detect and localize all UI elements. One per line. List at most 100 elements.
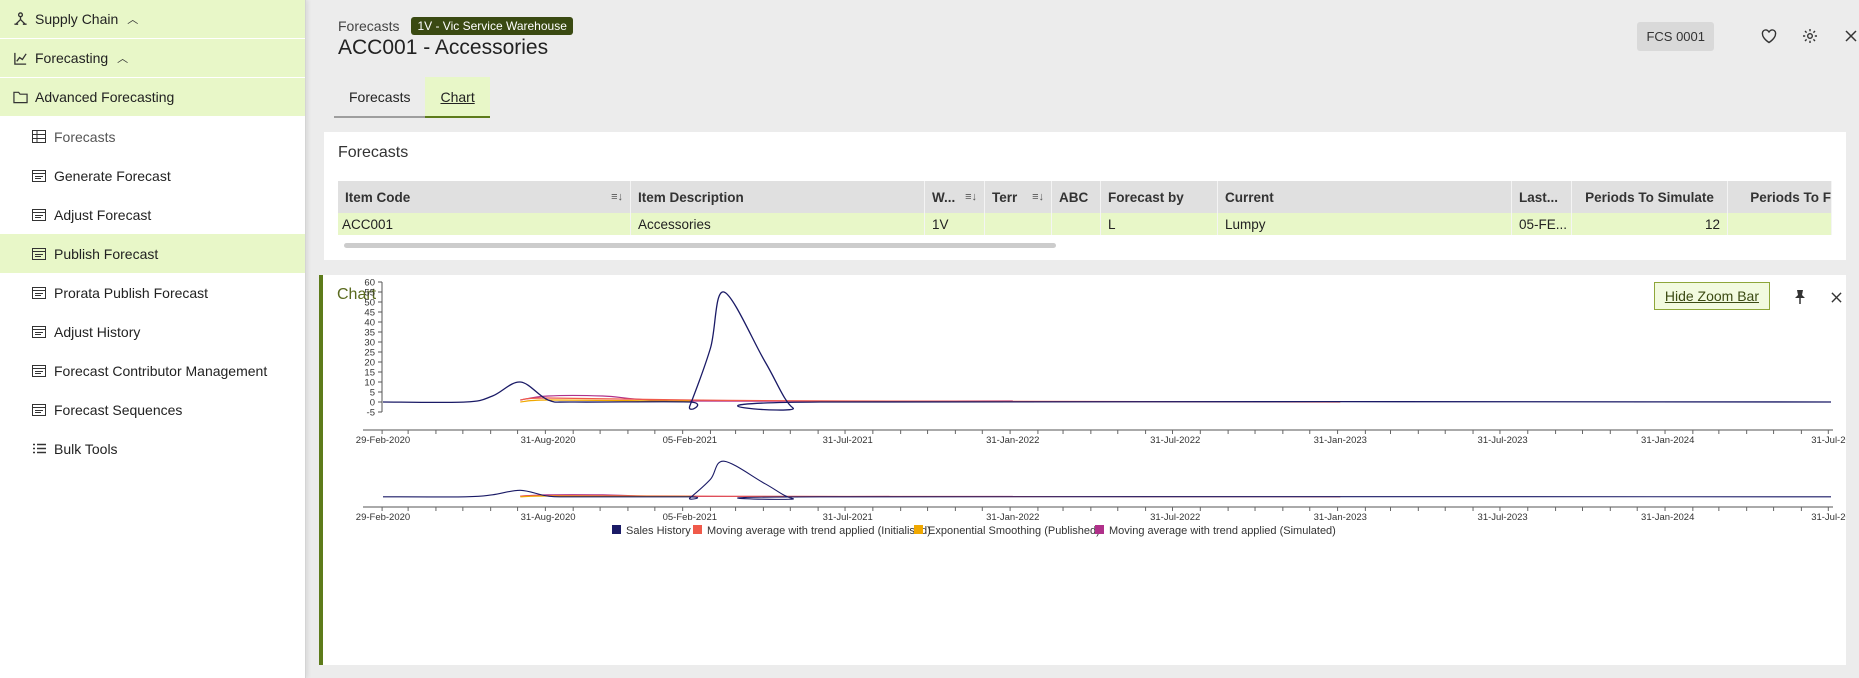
form-icon <box>29 168 49 184</box>
breadcrumb-link[interactable]: Forecasts <box>338 18 399 34</box>
column-header-item-description[interactable]: Item Description <box>631 181 925 213</box>
x-tick-label: 31-Jan-2022 <box>986 435 1039 446</box>
y-tick-label: 25 <box>364 348 375 359</box>
record-id-badge[interactable]: FCS 0001 <box>1637 22 1714 51</box>
sidebar-item-publish-forecast[interactable]: Publish Forecast <box>0 234 305 273</box>
horizontal-scrollbar[interactable] <box>344 243 1056 248</box>
tab-chart[interactable]: Chart <box>425 77 490 118</box>
column-header-last[interactable]: Last... <box>1512 181 1572 213</box>
cell-item-code: ACC001 <box>338 213 631 235</box>
series-line-0 <box>382 291 1832 411</box>
sort-icon[interactable]: ≡↓ <box>965 191 977 203</box>
y-tick-label: 60 <box>364 278 375 289</box>
column-header-forecast-by[interactable]: Forecast by <box>1101 181 1218 213</box>
forecasts-card-title: Forecasts <box>338 144 409 161</box>
tab-forecasts[interactable]: Forecasts <box>334 77 426 118</box>
cell-warehouse: 1V <box>925 213 985 235</box>
x-tick-label: 31-Jan-2023 <box>1314 512 1367 523</box>
cell-current: Lumpy <box>1218 213 1512 235</box>
legend-swatch <box>693 525 702 534</box>
sidebar-item-supply-chain[interactable]: Supply Chain ︿ <box>0 0 305 39</box>
column-header-territory[interactable]: Terr ≡↓ <box>985 181 1052 213</box>
column-header-label: Periods To F <box>1750 189 1831 205</box>
sidebar-item-forecasting[interactable]: Forecasting ︿ <box>0 39 305 78</box>
breadcrumb: Forecasts 1V - Vic Service Warehouse <box>338 17 573 35</box>
sidebar-item-label: Advanced Forecasting <box>35 89 175 105</box>
x-tick-label: 31-Jul-2021 <box>823 435 873 446</box>
legend-swatch <box>612 525 621 534</box>
y-tick-label: 55 <box>364 288 375 299</box>
form-icon <box>29 324 49 340</box>
sidebar-item-prorata-publish-forecast[interactable]: Prorata Publish Forecast <box>0 273 305 312</box>
column-header-label: Periods To Simulate <box>1585 189 1714 205</box>
legend-label: Moving average with trend applied (Initi… <box>707 525 931 537</box>
list-icon <box>29 441 49 457</box>
x-tick-label: 31-Jul-2023 <box>1478 435 1528 446</box>
y-tick-label: 40 <box>364 318 375 329</box>
y-tick-label: 20 <box>364 358 375 369</box>
sidebar-item-label: Bulk Tools <box>54 440 118 457</box>
legend-swatch <box>1095 525 1104 534</box>
sidebar-item-label: Forecast Sequences <box>54 401 183 418</box>
y-tick-label: 45 <box>364 308 375 319</box>
cell-periods-to-simulate: 12 <box>1572 213 1728 235</box>
cell-forecast-by: L <box>1101 213 1218 235</box>
sidebar-item-label: Forecast Contributor Management <box>54 362 268 379</box>
column-header-warehouse[interactable]: W... ≡↓ <box>925 181 985 213</box>
y-tick-label: 30 <box>364 338 375 349</box>
x-tick-label: 31-Jul-20 <box>1811 435 1846 446</box>
column-header-item-code[interactable]: Item Code ≡↓ <box>338 181 631 213</box>
forecast-line-chart[interactable]: -5051015202530354045505560 29-Feb-2020 31-… <box>323 275 1846 655</box>
x-tick-label: 31-Jul-2021 <box>823 512 873 523</box>
line-chart-icon <box>10 50 30 66</box>
x-tick-label: 31-Jan-2022 <box>986 512 1039 523</box>
x-tick-label: 31-Jul-2022 <box>1150 435 1200 446</box>
sort-icon[interactable]: ≡↓ <box>1032 191 1044 203</box>
sidebar-item-forecast-sequences[interactable]: Forecast Sequences <box>0 390 305 429</box>
warehouse-badge: 1V - Vic Service Warehouse <box>411 17 573 35</box>
column-header-current[interactable]: Current <box>1218 181 1512 213</box>
column-header-label: ABC <box>1059 189 1089 205</box>
column-header-abc[interactable]: ABC <box>1052 181 1101 213</box>
x-tick-label: 31-Jul-2022 <box>1150 512 1200 523</box>
sidebar-item-adjust-forecast[interactable]: Adjust Forecast <box>0 195 305 234</box>
x-tick-label: 31-Jan-2024 <box>1641 512 1694 523</box>
x-tick-label: 31-Aug-2020 <box>521 512 576 523</box>
y-tick-label: 50 <box>364 298 375 309</box>
tab-bar: Forecasts Chart <box>334 77 490 118</box>
legend-label: Moving average with trend applied (Simul… <box>1109 525 1336 537</box>
sidebar-item-forecasts[interactable]: Forecasts <box>0 117 305 156</box>
sidebar-item-label: Publish Forecast <box>54 245 159 262</box>
close-icon[interactable] <box>1841 26 1859 46</box>
sidebar-item-advanced-forecasting[interactable]: Advanced Forecasting <box>0 78 305 117</box>
x-tick-label: 31-Jul-20 <box>1811 512 1846 523</box>
column-header-label: W... <box>932 189 956 205</box>
gear-icon[interactable] <box>1800 26 1820 46</box>
x-tick-label: 31-Aug-2020 <box>521 435 576 446</box>
column-header-label: Last... <box>1519 189 1559 205</box>
column-header-periods-to-f[interactable]: Periods To F <box>1728 181 1832 213</box>
form-icon <box>29 402 49 418</box>
column-header-label: Current <box>1225 189 1274 205</box>
x-tick-label: 31-Jan-2023 <box>1314 435 1367 446</box>
forecasts-grid: Item Code ≡↓ Item Description W... ≡↓ Te… <box>338 181 1832 235</box>
form-icon <box>29 246 49 262</box>
column-header-periods-to-simulate[interactable]: Periods To Simulate <box>1572 181 1728 213</box>
legend-label: Exponential Smoothing (Published) <box>928 525 1100 537</box>
cell-abc <box>1052 213 1101 235</box>
sidebar-item-forecast-contributor-management[interactable]: Forecast Contributor Management <box>0 351 305 390</box>
page-header: Forecasts 1V - Vic Service Warehouse ACC… <box>306 0 1859 120</box>
heart-icon[interactable] <box>1759 26 1779 46</box>
column-header-label: Forecast by <box>1108 189 1184 205</box>
navigator-series-line-0 <box>382 460 1832 500</box>
sidebar-item-generate-forecast[interactable]: Generate Forecast <box>0 156 305 195</box>
sort-icon[interactable]: ≡↓ <box>611 191 623 203</box>
y-tick-label: 35 <box>364 328 375 339</box>
column-header-label: Item Description <box>638 189 744 205</box>
sidebar-item-label: Prorata Publish Forecast <box>54 284 209 301</box>
grid-header-row: Item Code ≡↓ Item Description W... ≡↓ Te… <box>338 181 1832 213</box>
table-row[interactable]: ACC001 Accessories 1V L Lumpy 05-FE... 1… <box>338 213 1832 235</box>
sidebar-item-bulk-tools[interactable]: Bulk Tools <box>0 429 305 468</box>
sidebar-item-adjust-history[interactable]: Adjust History <box>0 312 305 351</box>
y-tick-label: 15 <box>364 368 375 379</box>
